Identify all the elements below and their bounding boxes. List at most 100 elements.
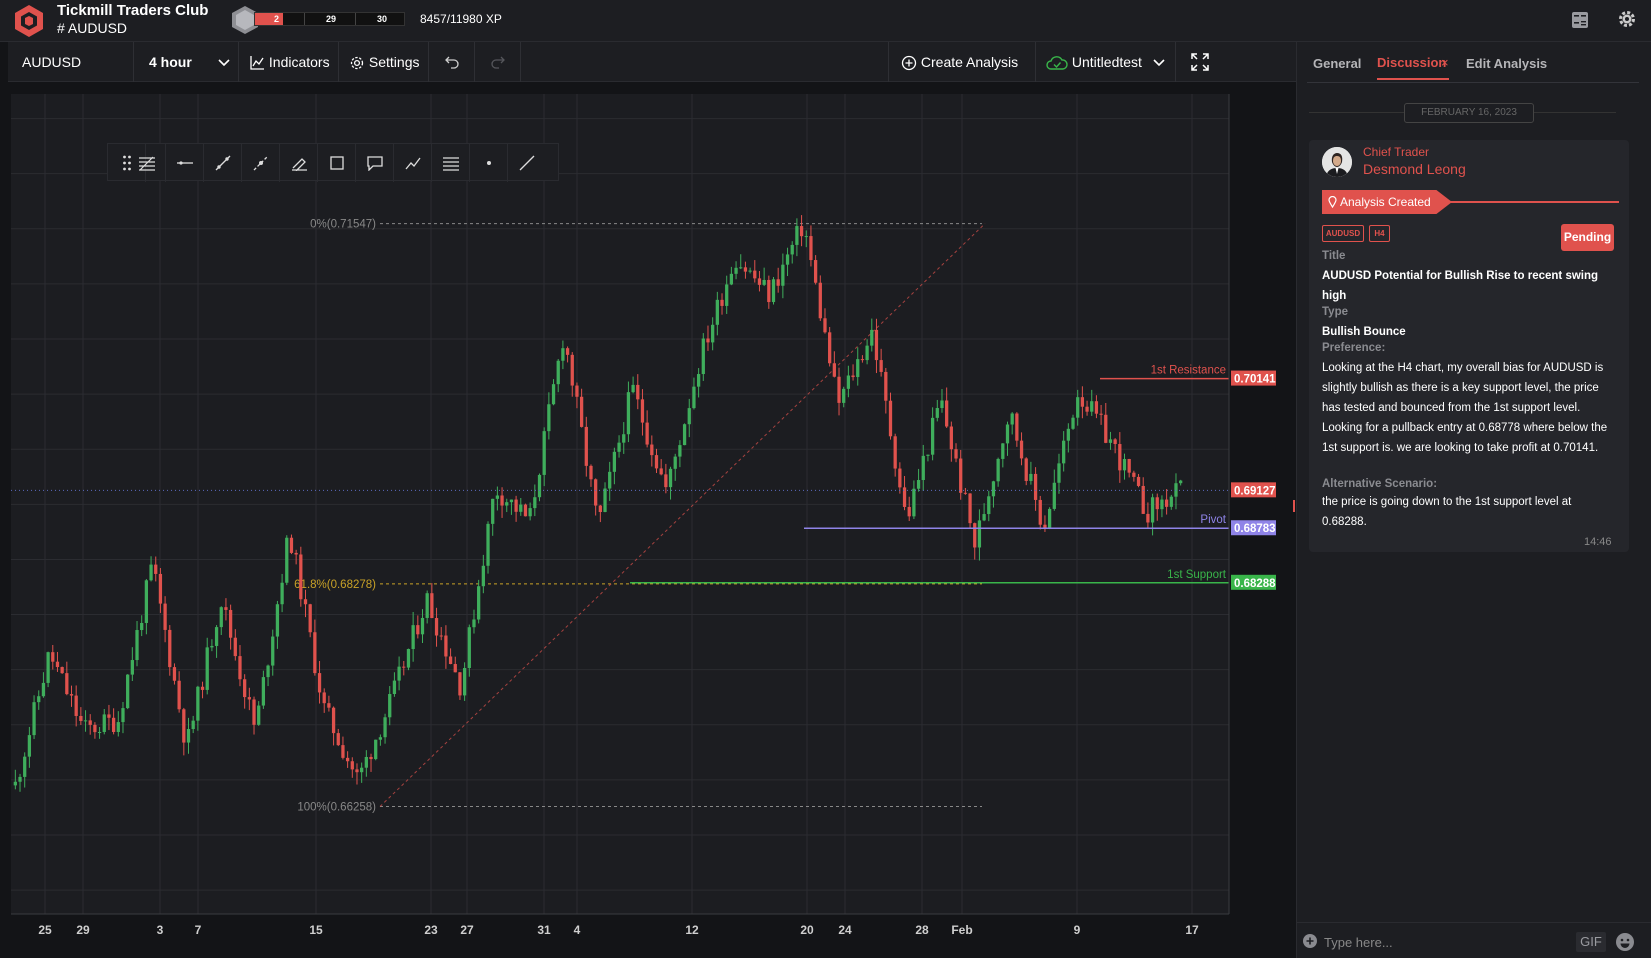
candle-body <box>664 474 668 488</box>
candle-body <box>556 360 560 385</box>
candle-body <box>725 284 729 306</box>
symbol-selector[interactable]: AUDUSD <box>8 42 134 82</box>
candle-body <box>1057 463 1061 483</box>
candle-body <box>205 647 209 690</box>
x-tick-label: 15 <box>309 923 323 937</box>
candle-body <box>1099 413 1103 415</box>
tab-edit-analysis[interactable]: Edit Analysis <box>1466 56 1547 71</box>
brush-tool[interactable] <box>242 144 280 182</box>
candle-body <box>551 384 556 405</box>
xp-progress-bar: 2 29 30 <box>254 12 405 26</box>
undo-button[interactable] <box>429 42 475 82</box>
tab-discussion[interactable]: Discussion <box>1377 55 1446 70</box>
plus-circle-icon[interactable] <box>1302 933 1318 949</box>
channel-name: # AUDUSD <box>57 20 128 36</box>
path-tool[interactable] <box>394 144 432 182</box>
avatar[interactable] <box>1322 147 1352 177</box>
candle-body <box>874 329 879 361</box>
candle-body <box>18 776 22 782</box>
plus-circle-icon <box>901 56 917 71</box>
candle-body <box>271 636 275 666</box>
candle-body <box>406 649 411 668</box>
rectangle-tool[interactable] <box>318 144 356 182</box>
price-tag-label: 0.68783 <box>1234 523 1276 535</box>
fullscreen-button[interactable] <box>1176 42 1226 82</box>
candle-body <box>753 270 757 279</box>
emoji-icon[interactable] <box>1615 932 1635 952</box>
candle-body <box>692 386 696 409</box>
trend-line-tool[interactable] <box>204 144 242 182</box>
create-analysis-button[interactable]: Create Analysis <box>888 42 1036 82</box>
gear-icon[interactable] <box>1617 9 1637 29</box>
callout-icon <box>366 156 383 171</box>
app-title: Tickmill Traders Club <box>57 2 209 19</box>
author-name[interactable]: Desmond Leong <box>1363 161 1466 177</box>
candle-body <box>968 493 972 524</box>
symbol-label: AUDUSD <box>22 54 82 70</box>
ray-icon <box>519 155 535 171</box>
chart-toolbar: AUDUSD 4 hour Indicators Settings Create… <box>8 42 1296 82</box>
candle-body <box>481 565 485 587</box>
price-chart[interactable]: 0.725000.720000.715000.710000.705000.700… <box>0 82 1296 958</box>
candle-body <box>500 495 504 506</box>
message-input[interactable] <box>1324 932 1564 952</box>
x-tick-label: 4 <box>574 923 581 937</box>
tab-general[interactable]: General <box>1313 56 1361 71</box>
ray-tool[interactable] <box>508 144 546 182</box>
candle-body <box>97 731 102 733</box>
interval-selector[interactable]: 4 hour <box>134 42 239 82</box>
undo-icon <box>445 56 459 69</box>
trend-line-icon <box>215 155 230 171</box>
preference-label: Preference: <box>1322 342 1386 354</box>
candle-body <box>1019 440 1024 459</box>
indicators-button[interactable]: Indicators <box>239 42 339 82</box>
candle-body <box>172 667 177 681</box>
gif-button[interactable]: GIF <box>1576 932 1606 952</box>
level-segment: 30 <box>377 14 388 24</box>
candle-body <box>916 480 921 489</box>
dot-tool[interactable] <box>470 144 508 182</box>
candle-body <box>949 426 953 450</box>
marker-tool[interactable] <box>280 144 318 182</box>
candle-body <box>186 729 191 743</box>
candle-body <box>233 637 237 657</box>
close-tab-icon[interactable]: × <box>1441 55 1449 70</box>
candle-body <box>275 604 280 637</box>
candle-body <box>182 709 186 743</box>
fib-tool[interactable] <box>128 144 166 182</box>
candle-body <box>1122 459 1127 471</box>
candle-body <box>687 408 691 425</box>
layout-selector[interactable]: Untitledtest <box>1036 42 1176 82</box>
candle-body <box>930 417 935 455</box>
parallel-lines-tool[interactable] <box>432 144 470 182</box>
candle-body <box>345 757 350 762</box>
redo-button[interactable] <box>475 42 521 82</box>
marker-icon <box>291 158 307 171</box>
candle-body <box>1090 401 1094 412</box>
indicators-icon <box>250 56 264 70</box>
active-tab-indicator <box>1377 78 1449 80</box>
candle-body <box>462 668 467 696</box>
candle-body <box>1010 413 1014 425</box>
level-segment: 29 <box>326 14 337 24</box>
candle-body <box>505 502 509 506</box>
date-divider <box>1309 112 1404 113</box>
drawing-toolbar <box>107 143 559 182</box>
tickmill-logo[interactable] <box>12 4 46 38</box>
calculator-icon[interactable] <box>1570 10 1590 30</box>
x-tick-label: 24 <box>838 923 852 937</box>
candlestick-chart[interactable]: 0.725000.720000.715000.710000.705000.700… <box>0 82 1296 958</box>
x-tick-label: 25 <box>38 923 52 937</box>
x-tick-label: 7 <box>195 923 202 937</box>
candle-body <box>93 724 97 733</box>
callout-tool[interactable] <box>356 144 394 182</box>
horizontal-line-tool[interactable] <box>166 144 204 182</box>
candle-body <box>1062 440 1066 464</box>
candle-body <box>1104 414 1108 443</box>
settings-button[interactable]: Settings <box>339 42 429 82</box>
candle-body <box>1015 413 1019 441</box>
candle-body <box>589 465 593 480</box>
status-badge: Pending <box>1561 224 1614 251</box>
x-tick-label: 27 <box>460 923 474 937</box>
candle-body <box>41 682 46 697</box>
